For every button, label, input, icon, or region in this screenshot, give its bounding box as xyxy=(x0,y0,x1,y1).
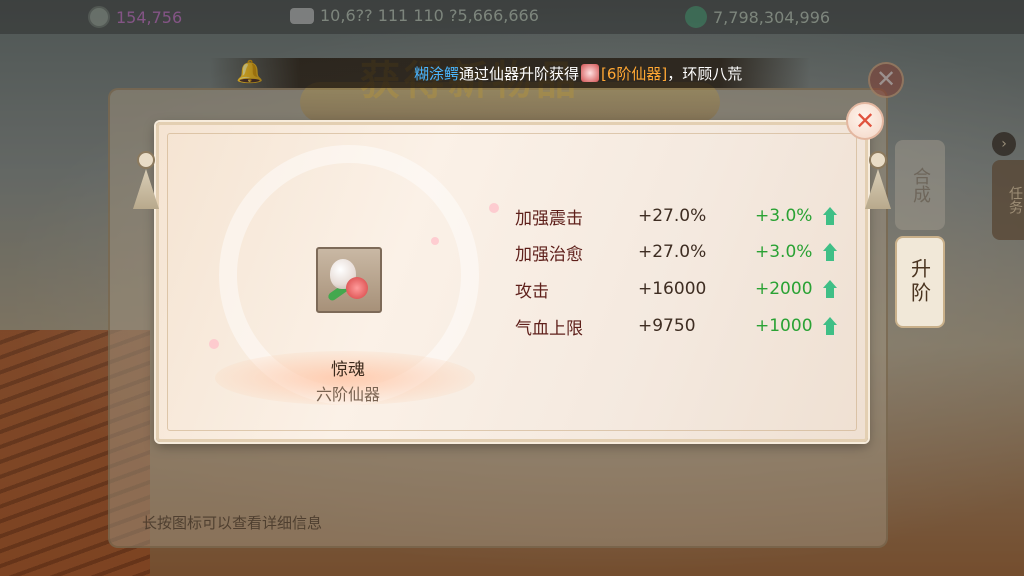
gold-amount: 154,756 xyxy=(116,7,183,27)
stat-name: 攻击 xyxy=(515,281,549,302)
stat-value: +16000 xyxy=(638,279,707,299)
up-arrow-icon xyxy=(823,243,837,261)
item-grade: 六阶仙器 xyxy=(315,385,380,404)
silver-amount: 10,6?? 111 110 ?5,666,666 xyxy=(320,6,539,25)
silver-currency: 10,6?? 111 110 ?5,666,666 xyxy=(290,6,539,25)
stat-value: +27.0% xyxy=(638,242,707,262)
stat-row: 攻击 +16000 +2000 xyxy=(515,274,855,304)
stat-increase: +2000 xyxy=(755,279,813,299)
stat-increase: +3.0% xyxy=(755,242,813,262)
tassel-ornament-left xyxy=(133,151,159,211)
announcement-text: 通过仙器升阶获得 xyxy=(459,64,580,83)
up-arrow-icon xyxy=(823,207,837,225)
stat-row: 加强震击 +27.0% +3.0% xyxy=(515,201,855,231)
gold-currency: 154,756 xyxy=(88,6,182,28)
new-item-popup: 惊魂 六阶仙器 加强震击 +27.0% +3.0% 加强治愈 +27.0% +3… xyxy=(133,122,891,442)
item-name: 惊魂 xyxy=(331,360,365,380)
stat-increase: +3.0% xyxy=(755,206,813,226)
stat-name: 加强震击 xyxy=(515,208,583,229)
item-slot[interactable] xyxy=(316,247,382,313)
silver-ingot-icon xyxy=(290,7,314,24)
tab-upgrade[interactable]: 升阶 xyxy=(895,236,945,328)
tassel-ornament-right xyxy=(865,151,891,211)
announcement-banner: 糊涂鳄 通过仙器升阶获得 [6阶仙器] ，环顾八荒 xyxy=(210,58,810,88)
flower-artifact-icon xyxy=(324,255,374,305)
up-arrow-icon xyxy=(823,317,837,335)
jade-currency: 7,798,304,996 xyxy=(685,6,830,28)
announcement-item[interactable]: [6阶仙器] xyxy=(601,63,667,84)
announcement-player[interactable]: 糊涂鳄 xyxy=(414,63,459,84)
artifact-icon xyxy=(581,64,600,82)
currency-bar: 154,756 10,6?? 111 110 ?5,666,666 7,798,… xyxy=(0,0,1024,34)
close-icon[interactable]: ✕ xyxy=(846,102,884,140)
jade-amount: 7,798,304,996 xyxy=(713,7,831,27)
stat-row: 气血上限 +9750 +1000 xyxy=(515,311,855,341)
stat-increase: +1000 xyxy=(755,316,813,336)
petal-decoration xyxy=(431,237,439,245)
stat-name: 气血上限 xyxy=(515,318,583,339)
stat-value: +9750 xyxy=(638,316,696,336)
petal-decoration xyxy=(489,203,499,213)
gold-coin-icon xyxy=(88,6,110,28)
up-arrow-icon xyxy=(823,280,837,298)
stat-name: 加强治愈 xyxy=(515,244,583,265)
stat-row: 加强治愈 +27.0% +3.0% xyxy=(515,237,855,267)
announcement-end: ，环顾八荒 xyxy=(667,64,743,83)
jade-icon xyxy=(685,6,707,28)
petal-decoration xyxy=(209,339,219,349)
stat-value: +27.0% xyxy=(638,206,707,226)
